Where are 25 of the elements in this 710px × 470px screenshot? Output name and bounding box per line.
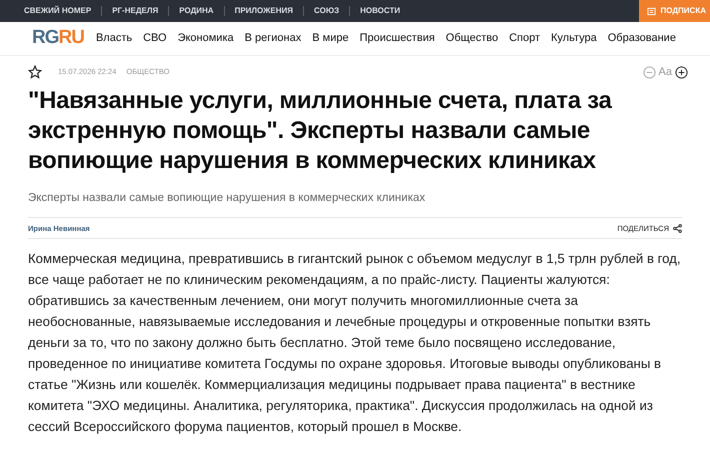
nav-link[interactable]: В мире xyxy=(312,30,349,47)
top-bar-link[interactable]: ПРИЛОЖЕНИЯ xyxy=(234,5,294,17)
article-body: Коммерческая медицина, превратившись в гигантский рынок с объемом медуслуг в 1,5 трлн рублей в год, все чаще работает не по клиническим рекомендациям, а по прайс-листу. Пациенты жалуются: обратившись за качественным лечением, они могут получить многомиллионные счета за необоснованные, навязываемые исследования и лечебные процедуры и откровенные попытки взять деньги за то, что по закону должно быть бесплатно. Этой теме было посвящено исследование, проведенное по инициативе комитета Госдумы по охране здоровья. Итоговые выводы опубликованы в статье "Жизнь или кошелёк. Коммерциализация медицины подрывает права пациента" в вестнике комитета "ЭХО медицины. Аналитика, регуляторика, практика". Дискуссия продолжилась на одной из сессий Всероссийского форума пациентов, который прошел в Москве. xyxy=(28,250,682,436)
nav-link[interactable]: СВО xyxy=(143,30,167,47)
font-size-label: Aa xyxy=(658,64,672,80)
nav-link[interactable]: В регионах xyxy=(244,30,302,47)
top-bar-link[interactable]: РОДИНА xyxy=(179,5,214,17)
nav-link[interactable]: Экономика xyxy=(178,30,234,47)
top-bar-link[interactable]: СОЮЗ xyxy=(314,5,340,17)
newspaper-icon xyxy=(647,6,656,16)
top-bar-link[interactable]: РГ-НЕДЕЛЯ xyxy=(112,5,158,17)
zoom-in-icon[interactable] xyxy=(675,66,688,78)
top-bar-link[interactable]: СВЕЖИЙ НОМЕР xyxy=(24,5,92,17)
nav-link[interactable]: Общество xyxy=(446,30,498,47)
article-title: "Навязанные услуги, миллионные счета, плата за экстренную помощь". Эксперты назвали самые вопиющие нарушения в коммерческих клиниках xyxy=(28,86,613,176)
logo[interactable]: RGRU xyxy=(32,24,84,53)
nav-link[interactable]: Культура xyxy=(551,30,597,47)
nav-link[interactable]: Происшествия xyxy=(360,30,435,47)
share-icon xyxy=(673,224,682,233)
nav-link[interactable]: Власть xyxy=(96,30,132,47)
top-bar-link[interactable]: НОВОСТИ xyxy=(360,5,400,17)
nav-link[interactable]: Образование xyxy=(608,30,676,47)
article-subtitle: Эксперты назвали самые вопиющие нарушения в коммерческих клиниках xyxy=(28,191,426,206)
nav-link[interactable]: Спорт xyxy=(509,30,540,47)
star-icon[interactable] xyxy=(28,65,42,79)
